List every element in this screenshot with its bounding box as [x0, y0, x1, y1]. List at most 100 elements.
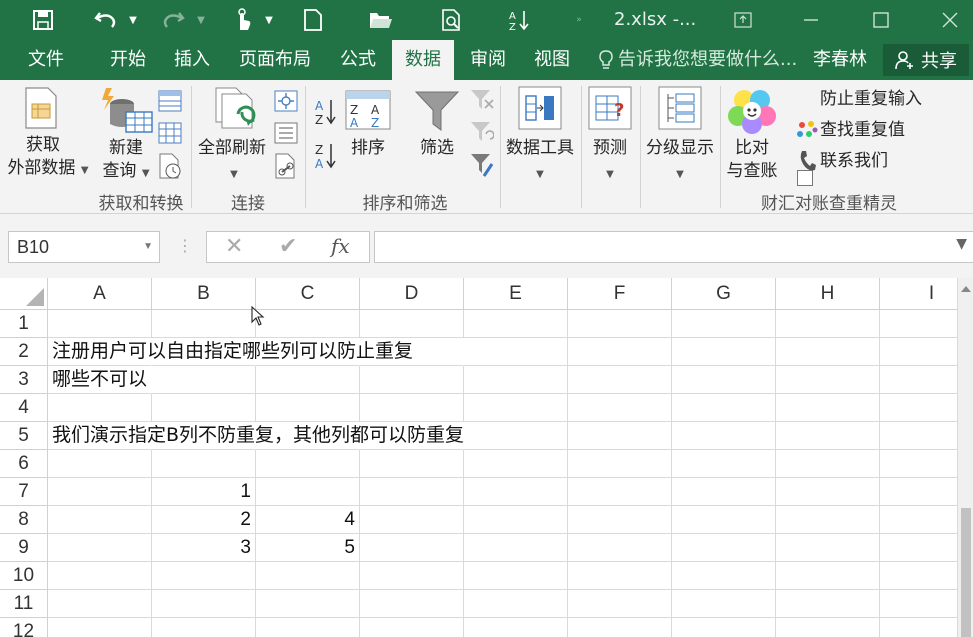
sort-descending-icon[interactable]: ZA: [314, 142, 336, 174]
cell-b10[interactable]: [152, 562, 256, 590]
user-name[interactable]: 李春林: [813, 40, 867, 80]
cell-i12[interactable]: [880, 618, 957, 637]
cell-h5[interactable]: [776, 422, 880, 450]
cell-g9[interactable]: [672, 534, 776, 562]
cell-g8[interactable]: [672, 506, 776, 534]
redo-dropdown-icon[interactable]: ▼: [194, 0, 208, 40]
cell-c8[interactable]: 4: [256, 506, 360, 534]
outline-label[interactable]: 分级显示: [642, 137, 718, 159]
cell-h1[interactable]: [776, 310, 880, 338]
reapply-filter-icon[interactable]: [470, 120, 495, 148]
save-icon[interactable]: [28, 0, 58, 40]
cell-f4[interactable]: [568, 394, 672, 422]
cell-h6[interactable]: [776, 450, 880, 478]
touch-dropdown-icon[interactable]: ▼: [262, 0, 276, 40]
row-header-3[interactable]: 3: [0, 366, 48, 394]
cell-d8[interactable]: [360, 506, 464, 534]
cell-h4[interactable]: [776, 394, 880, 422]
compare-label-1[interactable]: 比对: [722, 137, 782, 159]
cell-g12[interactable]: [672, 618, 776, 637]
tab-home[interactable]: 开始: [100, 40, 156, 80]
qat-more-icon[interactable]: »: [572, 0, 586, 40]
vertical-scrollbar[interactable]: [957, 278, 973, 637]
cell-a6[interactable]: [48, 450, 152, 478]
cell-b6[interactable]: [152, 450, 256, 478]
sort-ascending-icon[interactable]: AZ: [314, 98, 336, 130]
show-queries-icon[interactable]: [158, 90, 182, 116]
cell-e11[interactable]: [464, 590, 568, 618]
column-header-b[interactable]: B: [152, 278, 256, 310]
redo-icon[interactable]: [158, 0, 188, 40]
cell-f1[interactable]: [568, 310, 672, 338]
cell-h7[interactable]: [776, 478, 880, 506]
tab-insert[interactable]: 插入: [164, 40, 220, 80]
cell-d9[interactable]: [360, 534, 464, 562]
row-header-9[interactable]: 9: [0, 534, 48, 562]
cell-g3[interactable]: [672, 366, 776, 394]
row-header-8[interactable]: 8: [0, 506, 48, 534]
scroll-thumb[interactable]: [961, 508, 971, 637]
prevent-duplicate-label[interactable]: 防止重复输入: [820, 88, 932, 110]
cell-h8[interactable]: [776, 506, 880, 534]
from-table-icon[interactable]: [158, 122, 182, 148]
cell-i11[interactable]: [880, 590, 957, 618]
cell-i6[interactable]: [880, 450, 957, 478]
cell-b9[interactable]: 3: [152, 534, 256, 562]
cell-a12[interactable]: [48, 618, 152, 637]
close-icon[interactable]: [927, 0, 973, 40]
chevron-down-icon[interactable]: ▼: [673, 164, 687, 186]
filter-icon[interactable]: [414, 90, 460, 136]
tab-review[interactable]: 审阅: [460, 40, 516, 80]
cell-a1[interactable]: [48, 310, 152, 338]
row-header-5[interactable]: 5: [0, 422, 48, 450]
cell-h3[interactable]: [776, 366, 880, 394]
cell-e1[interactable]: [464, 310, 568, 338]
spreadsheet-grid[interactable]: A B C D E F G H I 1 2 注册用户可以自由指定哪些列可以防止重复 3 哪些不可以 4 5 我们…: [0, 278, 957, 637]
cell-d7[interactable]: [360, 478, 464, 506]
row-header-1[interactable]: 1: [0, 310, 48, 338]
chevron-down-icon[interactable]: ▼: [603, 164, 617, 186]
tab-file[interactable]: 文件: [18, 40, 74, 80]
cell-b8[interactable]: 2: [152, 506, 256, 534]
contact-label[interactable]: 联系我们: [820, 150, 910, 172]
cell-c12[interactable]: [256, 618, 360, 637]
cancel-icon[interactable]: ✕: [225, 234, 243, 259]
refresh-all-icon[interactable]: [212, 86, 260, 140]
cell-h12[interactable]: [776, 618, 880, 637]
cell-e3[interactable]: [464, 366, 568, 394]
cell-g4[interactable]: [672, 394, 776, 422]
touch-mode-icon[interactable]: [228, 0, 258, 40]
clear-filter-icon[interactable]: [470, 88, 494, 116]
tab-view[interactable]: 视图: [524, 40, 580, 80]
undo-icon[interactable]: [90, 0, 122, 40]
properties-icon[interactable]: [274, 122, 298, 148]
chevron-down-icon[interactable]: ▼: [956, 236, 967, 252]
cell-b1[interactable]: [152, 310, 256, 338]
cell-e2[interactable]: [464, 338, 568, 366]
cell-a10[interactable]: [48, 562, 152, 590]
tab-page-layout[interactable]: 页面布局: [230, 40, 320, 80]
cell-b7[interactable]: 1: [152, 478, 256, 506]
cell-b4[interactable]: [152, 394, 256, 422]
select-all-corner[interactable]: [0, 278, 48, 310]
share-button[interactable]: 共享: [883, 44, 969, 76]
enter-icon[interactable]: ✔: [279, 234, 297, 259]
formula-input[interactable]: ▼: [374, 231, 973, 263]
outline-icon[interactable]: [658, 86, 702, 134]
connections-icon[interactable]: [274, 90, 298, 116]
cell-g2[interactable]: [672, 338, 776, 366]
open-folder-icon[interactable]: [366, 0, 396, 40]
column-header-g[interactable]: G: [672, 278, 776, 310]
cell-d4[interactable]: [360, 394, 464, 422]
column-header-e[interactable]: E: [464, 278, 568, 310]
cell-c11[interactable]: [256, 590, 360, 618]
cell-f8[interactable]: [568, 506, 672, 534]
tell-me-box[interactable]: 告诉我您想要做什么...: [598, 40, 797, 80]
cell-d3[interactable]: [360, 366, 464, 394]
cell-i7[interactable]: [880, 478, 957, 506]
column-header-f[interactable]: F: [568, 278, 672, 310]
cell-a7[interactable]: [48, 478, 152, 506]
phone-icon[interactable]: [798, 150, 816, 176]
cell-i10[interactable]: [880, 562, 957, 590]
cell-e9[interactable]: [464, 534, 568, 562]
